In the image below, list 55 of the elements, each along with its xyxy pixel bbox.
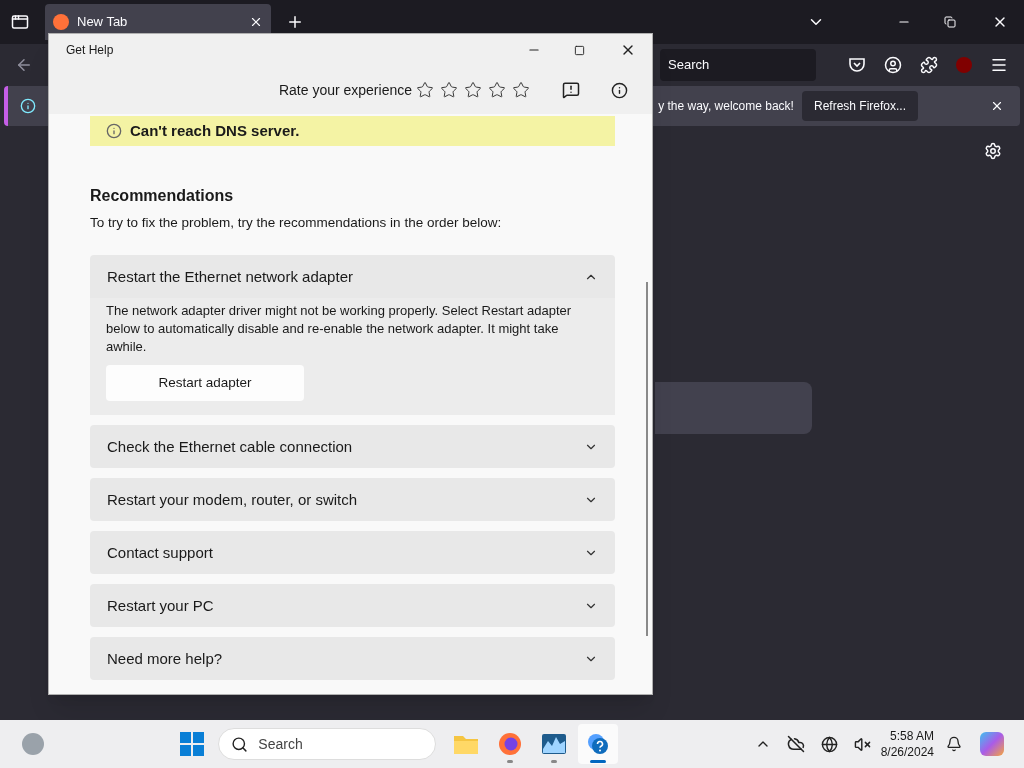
rating-star-icon[interactable]	[416, 81, 434, 99]
clock[interactable]: 5:58 AM 8/26/2024	[880, 728, 934, 760]
search-field[interactable]: Search	[660, 49, 816, 81]
feedback-icon[interactable]	[562, 81, 580, 99]
accordion-header[interactable]: Contact support	[90, 531, 615, 575]
chart-window-icon	[541, 733, 568, 755]
restore-icon[interactable]	[944, 16, 956, 28]
scrollbar[interactable]	[646, 282, 648, 636]
notification-text: y the way, welcome back!	[658, 98, 794, 115]
running-indicator	[507, 760, 514, 763]
info-icon[interactable]	[611, 81, 628, 99]
section-heading: Recommendations	[90, 186, 235, 206]
browser-logo-icon	[53, 14, 69, 30]
cloud-off-icon[interactable]	[786, 735, 805, 753]
search-icon	[231, 735, 249, 753]
info-icon	[106, 123, 122, 139]
back-icon[interactable]	[15, 56, 33, 74]
new-tab-icon[interactable]	[286, 13, 304, 31]
recommendation-text: The network adapter driver might not be working properly. Select Restart adapter below to automatically disable and re-enable the network adapter. It might take awhile.	[106, 302, 573, 357]
taskbar-app[interactable]	[578, 724, 619, 764]
browser-logo-icon	[498, 732, 523, 756]
menu-icon[interactable]	[990, 56, 1008, 74]
help-chat-icon	[586, 732, 611, 756]
info-icon	[20, 98, 36, 114]
refresh-button[interactable]: Refresh Firefox...	[801, 91, 918, 121]
accordion-header[interactable]: Restart your PC	[90, 584, 615, 628]
pocket-icon[interactable]	[848, 56, 866, 74]
accordion-header[interactable]: Restart your modem, router, or switch	[90, 478, 615, 522]
close-icon[interactable]	[249, 15, 263, 29]
window-title: Get Help	[66, 42, 115, 59]
extensions-icon[interactable]	[920, 56, 938, 74]
section-intro: To try to fix the problem, try the recommendations in the order below:	[90, 214, 503, 232]
folder-icon	[453, 733, 480, 755]
accordion-header[interactable]: Need more help?	[90, 637, 615, 681]
account-icon[interactable]	[884, 56, 902, 74]
close-icon[interactable]	[990, 99, 1004, 113]
notification-bell-icon[interactable]	[946, 736, 962, 752]
restart-adapter-button[interactable]: Restart adapter	[106, 365, 304, 402]
running-indicator	[551, 760, 558, 763]
muted-speaker-icon[interactable]	[853, 735, 871, 753]
taskbar-search-field[interactable]: Search	[218, 728, 437, 760]
start-icon[interactable]	[180, 732, 205, 756]
tab-list-icon[interactable]	[11, 13, 29, 31]
rating-star-icon[interactable]	[512, 81, 530, 99]
accordion-header[interactable]: Restart the Ethernet network adapter	[90, 255, 615, 299]
accordion-header[interactable]: Check the Ethernet cable connection	[90, 425, 615, 469]
rating-star-icon[interactable]	[440, 81, 458, 99]
rating-label: Rate your experience	[278, 80, 412, 100]
banner-text: Can't reach DNS server.	[130, 120, 300, 141]
rating-star-icon[interactable]	[464, 81, 482, 99]
maximize-icon[interactable]	[574, 44, 585, 56]
rating-star-icon[interactable]	[488, 81, 506, 99]
network-icon[interactable]	[820, 735, 838, 753]
settings-icon[interactable]	[984, 142, 1002, 160]
running-indicator	[590, 760, 607, 763]
